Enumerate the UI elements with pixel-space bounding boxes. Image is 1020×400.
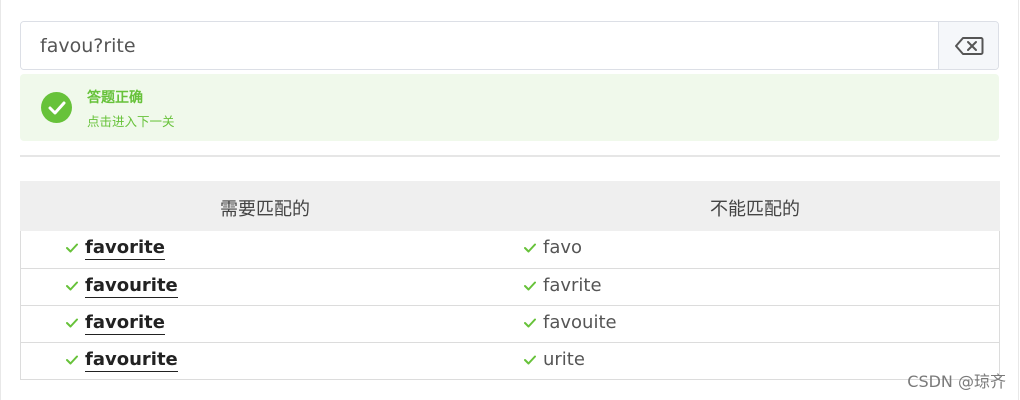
match-text: favourite (85, 349, 178, 372)
page-frame-right (1018, 0, 1019, 400)
table-row: favourite urite (21, 342, 999, 379)
checkmark-icon (66, 281, 78, 291)
watermark: CSDN @琼齐 (907, 372, 1006, 391)
check-circle-icon (41, 92, 72, 123)
regex-input[interactable] (21, 22, 938, 69)
backspace-icon (954, 36, 983, 55)
no-match-text: favrite (543, 275, 602, 296)
match-text: favorite (85, 237, 165, 260)
checkmark-icon (66, 355, 78, 365)
match-cell: favourite (21, 343, 510, 379)
match-text: favorite (85, 312, 165, 335)
alert-description: 点击进入下一关 (87, 114, 175, 129)
no-match-cell: favo (510, 231, 999, 268)
success-alert[interactable]: 答题正确 点击进入下一关 (20, 74, 999, 141)
regex-input-group (20, 21, 999, 70)
checkmark-icon (66, 318, 78, 328)
table-row: favorite favo (21, 231, 999, 268)
checkmark-icon (524, 355, 536, 365)
no-match-cell: favrite (510, 269, 999, 305)
checkmark-icon (524, 243, 536, 253)
table-body: favorite favo favourite favrite favorite favo… (21, 231, 999, 379)
no-match-text: favouite (543, 312, 617, 333)
no-match-cell: favouite (510, 306, 999, 342)
no-match-text: urite (543, 349, 585, 370)
table-row: favourite favrite (21, 268, 999, 305)
checkmark-icon (524, 281, 536, 291)
page-frame-left (0, 0, 1, 400)
table-header: 需要匹配的 不能匹配的 (20, 181, 1000, 231)
match-text: favourite (85, 275, 178, 298)
match-cell: favorite (21, 231, 510, 268)
divider (20, 155, 1000, 157)
header-should-not-match: 不能匹配的 (710, 199, 800, 220)
checkmark-icon (524, 318, 536, 328)
no-match-text: favo (543, 237, 583, 258)
checkmark-icon (66, 243, 78, 253)
match-cell: favorite (21, 306, 510, 342)
table-row: favorite favouite (21, 305, 999, 342)
header-should-match: 需要匹配的 (220, 199, 310, 220)
match-table: 需要匹配的 不能匹配的 favorite favo favourite favrite… (20, 181, 1000, 380)
alert-title: 答题正确 (87, 90, 143, 106)
match-cell: favourite (21, 269, 510, 305)
clear-button[interactable] (938, 22, 998, 69)
